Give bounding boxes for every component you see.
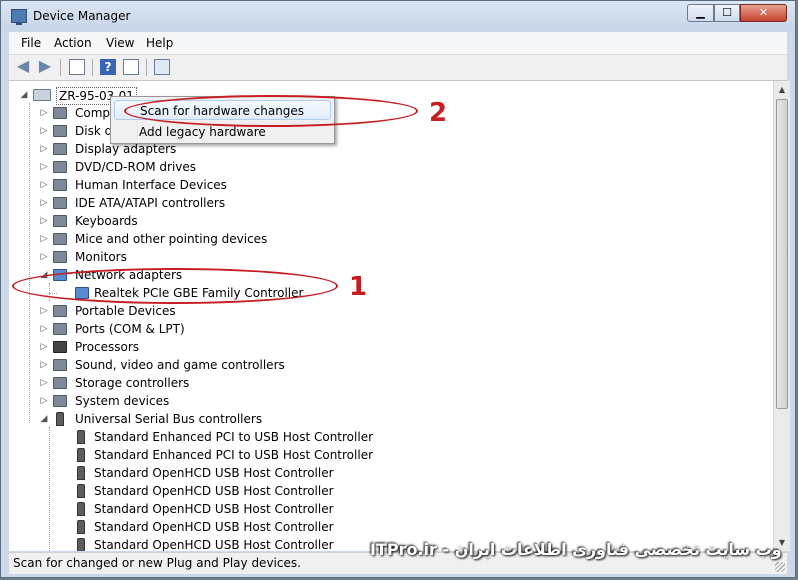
keyboard-icon [53,215,67,227]
toolbar: ◀ ▶ ? [9,55,787,81]
menu-action[interactable]: Action [54,36,92,50]
computer-icon [53,107,67,119]
usb-icon [56,412,64,426]
show-hide-console-tree-icon[interactable] [69,59,85,75]
portable-icon [53,305,67,317]
scan-hardware-icon[interactable] [154,59,170,75]
system-icon [53,395,67,407]
annotation-label-2: 2 [429,98,448,128]
properties-icon[interactable] [123,59,139,75]
usb-plug-icon [77,466,85,480]
storage-icon [53,377,67,389]
usb-plug-icon [77,430,85,444]
scroll-up-arrow-icon[interactable]: ▲ [774,81,790,98]
maximize-button[interactable]: ☐ [714,4,740,22]
annotation-ellipse-2 [124,95,418,127]
vertical-scrollbar[interactable]: ▲ ▼ [773,81,790,551]
sound-icon [53,359,67,371]
display-icon [53,143,67,155]
ide-icon [53,197,67,209]
expand-arrow-icon[interactable]: ▷ [39,104,49,122]
watermark: ITPro.ir - وب سایت تخصصی فناوری اطلاعات … [370,540,782,559]
close-button[interactable]: ✕ [740,4,787,22]
hid-icon [53,179,67,191]
mouse-icon [53,233,67,245]
usb-plug-icon [77,538,85,551]
device-tree: ◢ ZR-95-03-01 ▷ Computer ▷ Disk drives ▷… [9,81,773,551]
resize-grip[interactable] [775,562,785,572]
menu-view[interactable]: View [106,36,134,50]
collapse-arrow-icon[interactable]: ◢ [39,410,49,428]
usb-plug-icon [77,502,85,516]
forward-arrow-icon[interactable]: ▶ [37,58,53,75]
annotation-ellipse-1 [12,268,338,304]
cpu-icon [53,341,67,353]
help-icon[interactable]: ? [100,59,116,75]
scroll-thumb[interactable] [776,99,788,409]
menu-bar: File Action View Help [9,32,787,55]
usb-plug-icon [77,448,85,462]
disk-icon [53,125,67,137]
usb-plug-icon [77,520,85,534]
minimize-button[interactable]: ▁ [687,4,714,22]
dvd-icon [53,161,67,173]
usb-plug-icon [77,484,85,498]
menu-file[interactable]: File [21,36,41,50]
title-bar[interactable]: Device Manager ▁ ☐ ✕ [1,1,795,31]
collapse-arrow-icon[interactable]: ◢ [19,86,29,104]
annotation-label-1: 1 [349,272,368,302]
status-text: Scan for changed or new Plug and Play de… [13,556,301,570]
monitor-icon [53,251,67,263]
back-arrow-icon[interactable]: ◀ [15,58,31,75]
port-icon [53,323,67,335]
computer-icon [33,89,51,101]
device-manager-icon [11,9,27,25]
menu-help[interactable]: Help [146,36,173,50]
window-title: Device Manager [33,9,131,23]
